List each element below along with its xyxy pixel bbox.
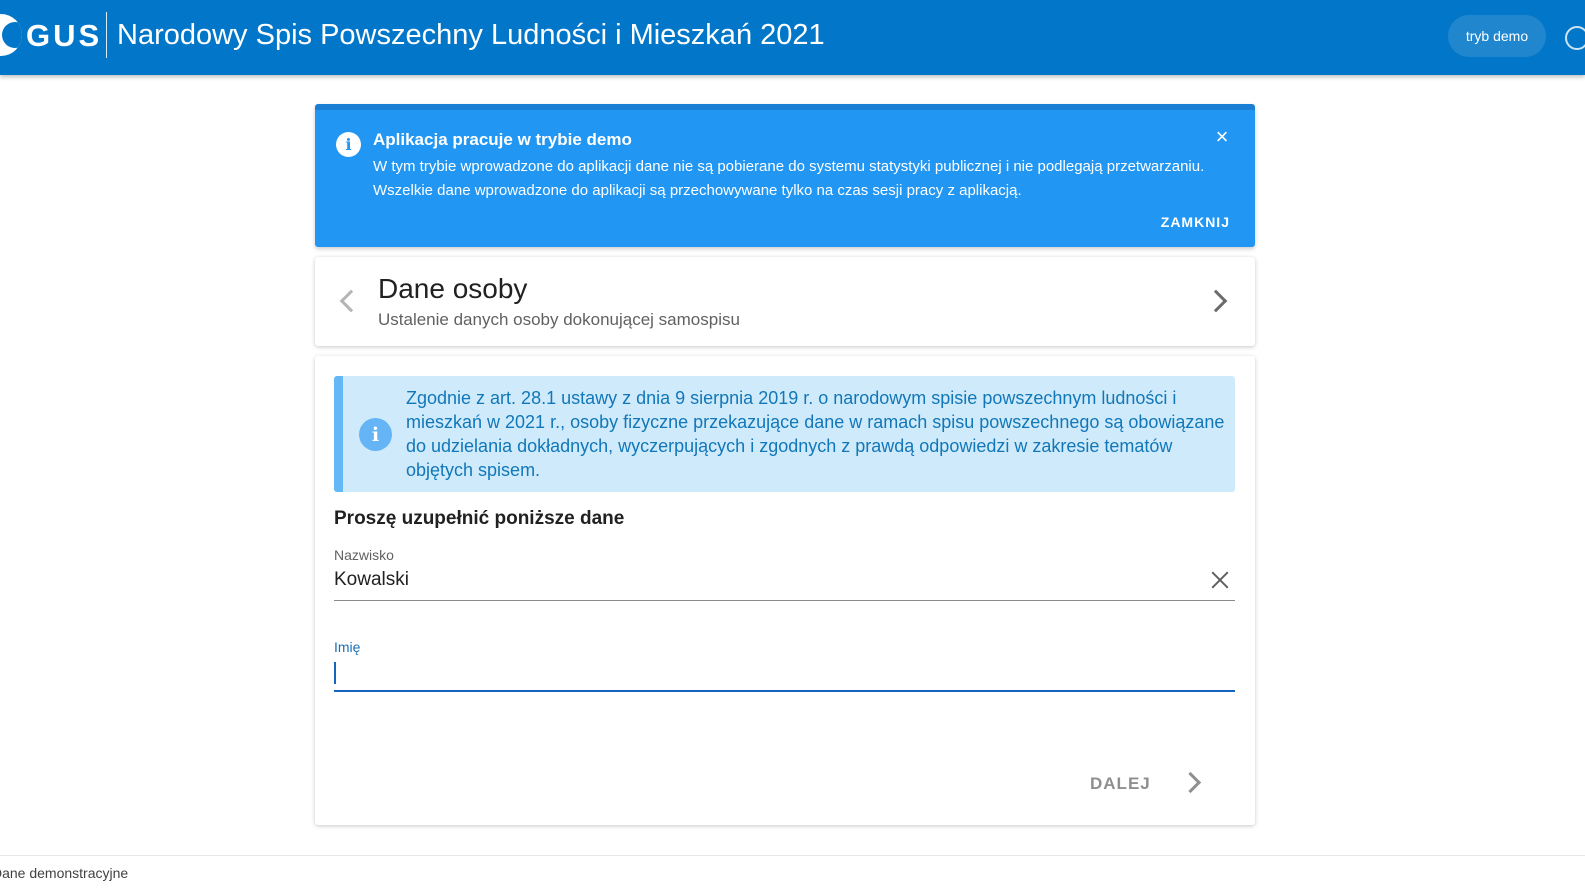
info-icon: i <box>336 132 361 157</box>
demo-banner: i Aplikacja pracuje w trybie demo W tym … <box>315 104 1255 247</box>
clear-icon[interactable] <box>1209 569 1231 591</box>
chevron-right-icon[interactable] <box>1204 289 1228 313</box>
banner-text: W tym trybie wprowadzone do aplikacji da… <box>373 158 1205 199</box>
step-header: Dane osoby Ustalenie danych osoby dokonu… <box>315 257 1255 346</box>
chevron-left-icon[interactable] <box>339 289 363 313</box>
close-banner-button[interactable]: ZAMKNIJ <box>1135 214 1230 230</box>
surname-label: Nazwisko <box>334 547 394 563</box>
app-title: Narodowy Spis Powszechny Ludności i Mies… <box>117 19 825 51</box>
step-subtitle: Ustalenie danych osoby dokonującej samos… <box>378 310 740 329</box>
next-button-label: DALEJ <box>1090 774 1151 793</box>
surname-underline <box>334 600 1235 601</box>
footer: Dane demonstracyjne <box>0 855 1585 892</box>
logo-text: GUS <box>26 18 103 53</box>
section-label: Proszę uzupełnić poniższe dane <box>334 508 625 529</box>
app-header: GUS Narodowy Spis Powszechny Ludności i … <box>0 0 1585 75</box>
first-name-input[interactable] <box>334 658 1235 690</box>
step-title: Dane osoby <box>378 273 528 304</box>
surname-field[interactable]: Kowalski <box>334 569 409 591</box>
chevron-right-icon <box>1179 771 1202 794</box>
footer-text: Dane demonstracyjne <box>0 865 129 881</box>
person-form: i Zgodnie z art. 28.1 ustawy z dnia 9 si… <box>315 356 1255 825</box>
first-name-underline <box>334 690 1235 692</box>
info-icon: i <box>359 418 392 451</box>
first-name-label: Imię <box>334 639 361 655</box>
banner-title: Aplikacja pracuje w trybie demo <box>373 130 632 149</box>
close-icon[interactable]: × <box>1213 126 1231 148</box>
next-button[interactable]: DALEJ <box>1075 761 1215 803</box>
legal-info-text: Zgodnie z art. 28.1 ustawy z dnia 9 sier… <box>406 388 1225 480</box>
text-caret <box>334 662 336 684</box>
gus-logo-icon <box>0 14 22 56</box>
legal-info-box: i Zgodnie z art. 28.1 ustawy z dnia 9 si… <box>334 376 1235 492</box>
demo-mode-button[interactable]: tryb demo <box>1448 15 1546 57</box>
header-divider <box>106 12 107 58</box>
user-menu-icon[interactable] <box>1565 26 1585 50</box>
